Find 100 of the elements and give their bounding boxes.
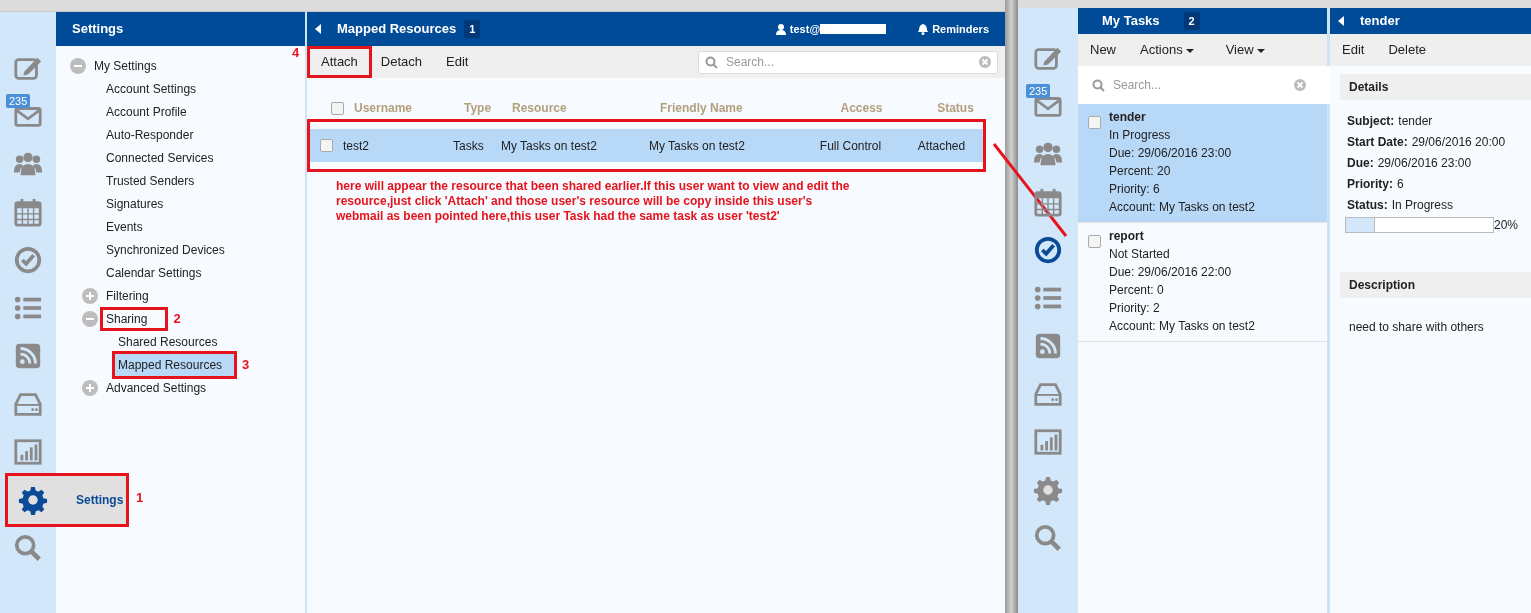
rss-icon bbox=[13, 341, 43, 371]
tree-item[interactable]: Filtering bbox=[103, 285, 152, 306]
search-field[interactable]: Search... bbox=[724, 52, 973, 72]
task-item[interactable]: report Not Started Due: 29/06/2016 22:00 Percent: 0 Priority: 2 Account: My Tasks on test2 bbox=[1078, 223, 1327, 342]
tree-item[interactable]: Sharing bbox=[103, 309, 166, 328]
column-header: Type bbox=[464, 100, 493, 117]
table-cell-text: Tasks bbox=[453, 137, 485, 155]
table-cell-text: Attached bbox=[916, 137, 967, 155]
panel-title: Settings bbox=[72, 20, 124, 39]
search-icon bbox=[1033, 523, 1063, 553]
table-cell-text: test2 bbox=[343, 137, 370, 155]
search-box[interactable]: Search... bbox=[698, 50, 998, 74]
toolbar-button[interactable]: New bbox=[1078, 36, 1128, 64]
search-icon bbox=[13, 533, 43, 563]
table-cell-text: Full Control bbox=[818, 137, 883, 155]
expand-icon[interactable] bbox=[82, 379, 98, 396]
description-text: need to share with others bbox=[1348, 319, 1485, 336]
section-header: Description bbox=[1340, 272, 1531, 298]
unread-badge: 235 bbox=[6, 94, 31, 108]
tree-item[interactable]: Events bbox=[103, 216, 146, 237]
settings-icon bbox=[18, 485, 48, 515]
task-detail: Priority: 6 bbox=[1109, 181, 1161, 198]
callout-number: 2 bbox=[173, 309, 181, 328]
expand-icon[interactable] bbox=[82, 287, 98, 304]
task-item[interactable]: tender In Progress Due: 29/06/2016 23:00 Percent: 20 Priority: 6 Account: My Tasks on test2 bbox=[1078, 104, 1327, 223]
tree-item[interactable]: Synchronized Devices bbox=[103, 239, 228, 260]
toolbar-button[interactable]: Edit bbox=[434, 48, 481, 76]
reminders-link[interactable]: Reminders bbox=[932, 20, 989, 38]
caret-icon bbox=[1185, 48, 1194, 53]
field-value: In Progress bbox=[1391, 198, 1454, 212]
column-header: Resource bbox=[512, 100, 568, 117]
toolbar-button[interactable]: Actions bbox=[1128, 36, 1206, 64]
tree-item[interactable]: My Settings bbox=[91, 55, 160, 76]
nav-label: Settings bbox=[76, 492, 124, 509]
checkbox[interactable] bbox=[1088, 116, 1101, 129]
task-detail: Percent: 20 bbox=[1109, 163, 1172, 180]
bar-chart-icon bbox=[13, 437, 43, 467]
panel-title: My Tasks bbox=[1102, 12, 1160, 31]
tree-item[interactable]: Auto-Responder bbox=[103, 124, 197, 145]
field-label: Status: bbox=[1347, 198, 1388, 212]
settings-icon bbox=[1033, 475, 1063, 505]
field-label: Priority: bbox=[1347, 177, 1393, 191]
field-label: Start Date: bbox=[1347, 135, 1408, 149]
tree-item[interactable]: Signatures bbox=[103, 193, 167, 214]
tree-item[interactable]: Calendar Settings bbox=[103, 262, 205, 283]
panel-title: Mapped Resources bbox=[337, 20, 457, 39]
column-header: Status bbox=[936, 100, 975, 117]
tree-item[interactable]: Advanced Settings bbox=[103, 377, 210, 398]
tree-item[interactable]: Account Profile bbox=[103, 101, 190, 122]
count-badge: 1 bbox=[464, 19, 481, 39]
task-detail: Percent: 0 bbox=[1109, 282, 1165, 299]
back-icon[interactable] bbox=[315, 24, 321, 34]
callout-number: 1 bbox=[136, 489, 144, 507]
clear-icon bbox=[1294, 79, 1306, 91]
search-icon bbox=[705, 55, 718, 69]
search-box[interactable]: Search... bbox=[1078, 66, 1330, 104]
callout-number: 3 bbox=[242, 355, 250, 374]
tree-item[interactable]: Shared Resources bbox=[115, 331, 221, 352]
checkbox[interactable] bbox=[331, 101, 344, 115]
table-cell-text: My Tasks on test2 bbox=[501, 137, 598, 155]
field-value: tender bbox=[1398, 114, 1433, 128]
check-circle-icon bbox=[1033, 235, 1063, 265]
column-header: Access bbox=[839, 100, 884, 117]
task-detail: Priority: 2 bbox=[1109, 300, 1161, 317]
column-header: Friendly Name bbox=[660, 100, 744, 117]
collapse-icon[interactable] bbox=[82, 310, 98, 327]
checkbox[interactable] bbox=[1088, 235, 1101, 248]
toolbar-button[interactable]: Delete bbox=[1376, 36, 1438, 64]
field-value: 29/06/2016 23:00 bbox=[1377, 156, 1472, 170]
count-badge: 2 bbox=[1183, 11, 1200, 31]
check-circle-icon bbox=[13, 245, 43, 275]
collapse-icon[interactable] bbox=[70, 57, 86, 74]
field-label: Due: bbox=[1347, 156, 1374, 170]
redaction-block bbox=[820, 24, 887, 34]
unread-badge: 235 bbox=[1026, 84, 1051, 98]
toolbar-button[interactable]: Detach bbox=[368, 48, 435, 76]
user-name: test@ bbox=[789, 21, 821, 37]
bell-icon bbox=[918, 23, 929, 35]
field-label: Subject: bbox=[1347, 114, 1395, 128]
panel-title: tender bbox=[1360, 12, 1400, 31]
toolbar-button[interactable]: Edit bbox=[1330, 36, 1377, 64]
table-row[interactable]: test2 Tasks My Tasks on test2 My Tasks on test2 Full Control Attached bbox=[310, 129, 983, 162]
callout-number: 4 bbox=[292, 44, 300, 63]
tree-item[interactable]: Account Settings bbox=[103, 78, 200, 99]
search-field[interactable]: Search... bbox=[1111, 75, 1288, 95]
task-title: report bbox=[1109, 228, 1145, 245]
checkbox[interactable] bbox=[320, 139, 333, 152]
task-detail: Account: My Tasks on test2 bbox=[1109, 199, 1255, 216]
rss-icon bbox=[1033, 331, 1063, 361]
task-title: tender bbox=[1109, 109, 1147, 126]
calendar-icon bbox=[1033, 187, 1063, 217]
tree-item[interactable]: Mapped Resources bbox=[115, 353, 235, 376]
task-detail: Due: 29/06/2016 23:00 bbox=[1109, 145, 1233, 162]
table-cell-text: My Tasks on test2 bbox=[649, 137, 746, 155]
field-value: 6 bbox=[1397, 177, 1404, 191]
back-icon[interactable] bbox=[1338, 16, 1344, 26]
tree-item[interactable]: Trusted Senders bbox=[103, 170, 198, 191]
tree-item[interactable]: Connected Services bbox=[103, 147, 217, 168]
toolbar-button[interactable]: View bbox=[1213, 36, 1277, 64]
bar-chart-icon bbox=[1033, 427, 1063, 457]
